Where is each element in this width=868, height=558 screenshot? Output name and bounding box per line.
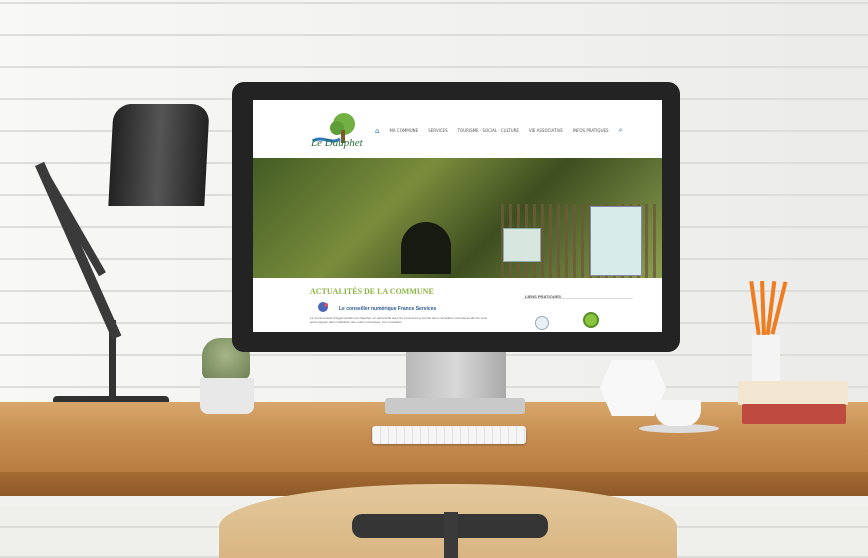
article-icon xyxy=(318,302,328,312)
information-sign xyxy=(503,228,541,262)
site-header: Le Dauphet ⌂ MA COMMUNE SERVICES TOURISM… xyxy=(253,100,662,158)
home-icon[interactable]: ⌂ xyxy=(375,127,379,135)
main-navigation: ⌂ MA COMMUNE SERVICES TOURISME · SOCIAL … xyxy=(375,126,622,135)
desk-lamp-head xyxy=(108,104,210,206)
information-panel xyxy=(590,206,642,276)
search-icon[interactable]: ⌕ xyxy=(619,126,623,135)
site-logo-text[interactable]: Le Dauphet xyxy=(311,137,363,149)
article-excerpt: La Communauté d'Agglomération du Dauphet… xyxy=(310,316,488,324)
website-screen: Le Dauphet ⌂ MA COMMUNE SERVICES TOURISM… xyxy=(253,100,662,332)
sidebar-divider xyxy=(523,298,633,299)
monitor-stand-base xyxy=(385,398,525,414)
scene-mockup: Le Dauphet ⌂ MA COMMUNE SERVICES TOURISM… xyxy=(0,0,868,558)
sidebar-logo-right-icon[interactable] xyxy=(583,312,599,328)
tree-logo-icon[interactable] xyxy=(305,110,367,156)
cactus-pot xyxy=(200,378,254,414)
nav-item-associations[interactable]: VIE ASSOCIATIVE xyxy=(529,128,563,133)
hero-image xyxy=(253,158,662,331)
nav-item-services[interactable]: SERVICES xyxy=(428,128,447,133)
keyboard xyxy=(372,426,526,444)
tunnel-entrance xyxy=(401,222,451,274)
article-title-link[interactable]: Le conseiller numérique France Services xyxy=(339,306,436,312)
coffee-cup xyxy=(655,400,701,426)
chair-stem xyxy=(444,512,458,558)
sidebar-logo-left-icon[interactable] xyxy=(535,316,549,330)
nav-item-commune[interactable]: MA COMMUNE xyxy=(389,128,418,133)
news-section: ACTUALITÉS DE LA COMMUNE Le conseiller n… xyxy=(253,278,662,332)
section-title: ACTUALITÉS DE LA COMMUNE xyxy=(310,287,434,296)
pencil-cup xyxy=(752,335,780,383)
nav-item-tourism[interactable]: TOURISME · SOCIAL · CULTURE xyxy=(458,128,519,133)
book-stack-bottom xyxy=(742,404,846,424)
book-stack-top xyxy=(738,381,848,405)
monitor-stand xyxy=(406,352,506,400)
nav-item-infos[interactable]: INFOS PRATIQUES xyxy=(573,128,609,133)
